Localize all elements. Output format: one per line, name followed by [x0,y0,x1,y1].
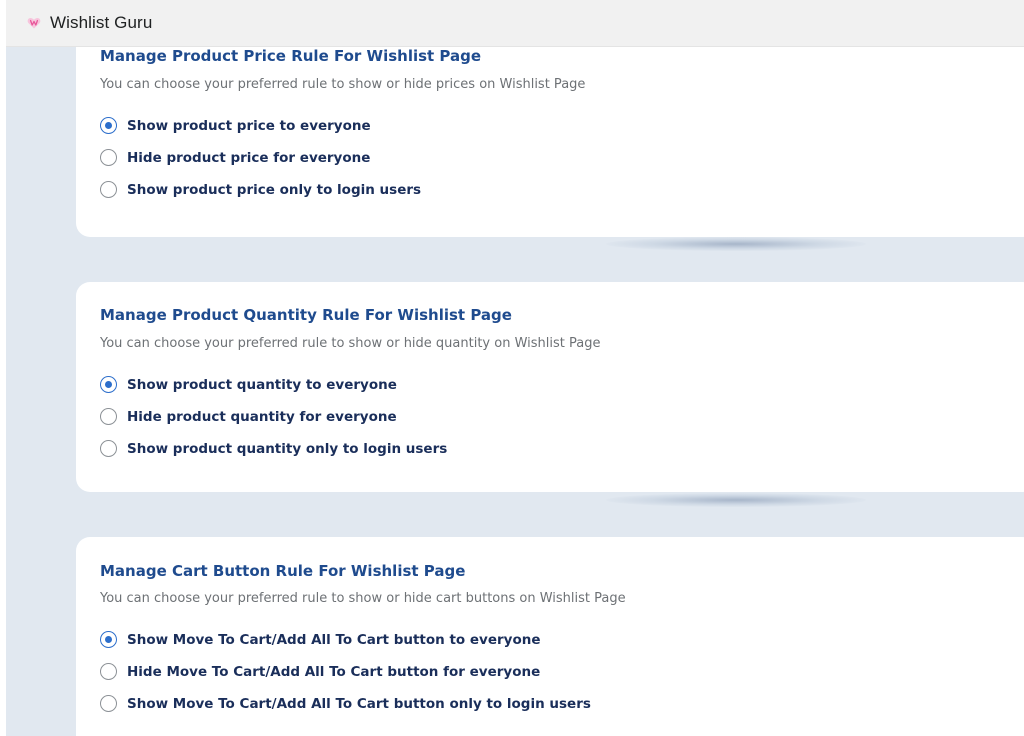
radio-button[interactable] [100,376,117,393]
section-description: You can choose your preferred rule to sh… [100,77,586,92]
price-rule-card: Manage Product Price Rule For Wishlist P… [76,47,1024,237]
option-label: Show Move To Cart/Add All To Cart button… [127,631,541,648]
cart-button-rule-card: Manage Cart Button Rule For Wishlist Pag… [76,537,1024,736]
option-label: Show product price to everyone [127,117,371,134]
cart-show-everyone-option[interactable]: Show Move To Cart/Add All To Cart button… [100,631,541,648]
radio-button[interactable] [100,663,117,680]
cart-login-users-option[interactable]: Show Move To Cart/Add All To Cart button… [100,695,591,712]
section-title: Manage Product Price Rule For Wishlist P… [100,47,482,65]
wishlist-heart-icon [26,15,42,31]
radio-button[interactable] [100,117,117,134]
app-header: Wishlist Guru [6,0,1024,47]
cart-hide-everyone-option[interactable]: Hide Move To Cart/Add All To Cart button… [100,663,540,680]
radio-button[interactable] [100,631,117,648]
card-shadow [606,237,866,251]
price-login-users-option[interactable]: Show product price only to login users [100,181,421,198]
radio-button[interactable] [100,440,117,457]
option-label: Show product quantity to everyone [127,376,397,393]
radio-button[interactable] [100,181,117,198]
option-label: Show product price only to login users [127,181,422,198]
section-description: You can choose your preferred rule to sh… [100,336,601,351]
section-description: You can choose your preferred rule to sh… [100,591,626,606]
quantity-hide-everyone-option[interactable]: Hide product quantity for everyone [100,408,397,425]
price-show-everyone-option[interactable]: Show product price to everyone [100,117,371,134]
option-label: Hide product price for everyone [127,149,371,166]
radio-button[interactable] [100,408,117,425]
quantity-login-users-option[interactable]: Show product quantity only to login user… [100,440,447,457]
price-hide-everyone-option[interactable]: Hide product price for everyone [100,149,370,166]
option-label: Show Move To Cart/Add All To Cart button… [127,695,591,712]
section-title: Manage Cart Button Rule For Wishlist Pag… [100,562,466,580]
radio-button[interactable] [100,149,117,166]
card-shadow [606,493,866,507]
section-title: Manage Product Quantity Rule For Wishlis… [100,306,512,324]
quantity-rule-card: Manage Product Quantity Rule For Wishlis… [76,282,1024,492]
settings-content: Manage Product Price Rule For Wishlist P… [6,47,1024,736]
app-title: Wishlist Guru [50,13,153,32]
option-label: Show product quantity only to login user… [127,440,448,457]
quantity-show-everyone-option[interactable]: Show product quantity to everyone [100,376,397,393]
radio-button[interactable] [100,695,117,712]
option-label: Hide Move To Cart/Add All To Cart button… [127,663,541,680]
option-label: Hide product quantity for everyone [127,408,397,425]
app-frame: Wishlist Guru Manage Product Price Rule … [0,0,1024,736]
